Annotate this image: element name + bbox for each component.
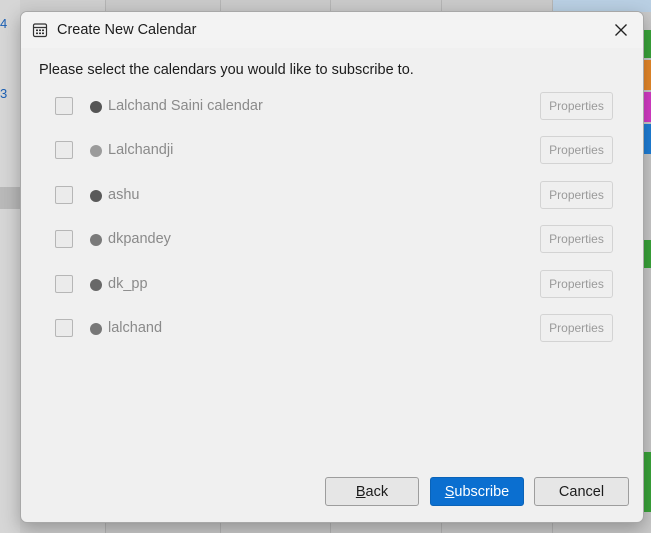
dialog-prompt: Please select the calendars you would li… — [39, 62, 414, 78]
calendar-name: Lalchand Saini calendar — [108, 98, 263, 114]
calendar-name: Lalchandji — [108, 142, 174, 158]
properties-button[interactable]: Properties — [540, 270, 613, 298]
subscribe-button[interactable]: Subscribe — [430, 477, 524, 506]
calendar-row: dkpandey Properties — [21, 225, 643, 255]
mini-calendar-day: 3 — [0, 86, 8, 101]
close-icon — [615, 24, 627, 36]
back-label: ack — [365, 483, 389, 500]
properties-button[interactable]: Properties — [540, 314, 613, 342]
calendar-name: ashu — [108, 187, 140, 203]
calendar-checkbox[interactable] — [55, 230, 73, 248]
calendar-color-dot — [90, 279, 102, 291]
calendar-row: lalchand Properties — [21, 314, 643, 344]
dialog-title: Create New Calendar — [57, 22, 197, 38]
subscribe-label: ubscribe — [454, 483, 510, 500]
calendar-checkbox[interactable] — [55, 97, 73, 115]
properties-button[interactable]: Properties — [540, 92, 613, 120]
properties-button[interactable]: Properties — [540, 136, 613, 164]
calendar-color-dot — [90, 323, 102, 335]
back-accel-key: B — [355, 483, 366, 500]
subscribe-accel-key: S — [444, 483, 455, 500]
calendar-checkbox[interactable] — [55, 141, 73, 159]
calendar-checkbox[interactable] — [55, 319, 73, 337]
mini-calendar-strip: 4 3 — [0, 0, 20, 533]
calendar-checkbox[interactable] — [55, 186, 73, 204]
mini-calendar-day: 4 — [0, 16, 8, 31]
calendar-name: dkpandey — [108, 231, 171, 247]
calendar-row: Lalchandji Properties — [21, 136, 643, 166]
create-new-calendar-dialog: Create New Calendar Please select the ca… — [20, 11, 644, 523]
mini-calendar-selection — [0, 187, 20, 209]
close-button[interactable] — [599, 12, 643, 48]
cancel-button[interactable]: Cancel — [534, 477, 629, 506]
calendar-checkbox[interactable] — [55, 275, 73, 293]
calendar-name: lalchand — [108, 320, 163, 336]
calendar-row: dk_pp Properties — [21, 270, 643, 300]
calendar-row: ashu Properties — [21, 181, 643, 211]
calendar-color-dot — [90, 190, 102, 202]
calendar-color-dot — [90, 234, 102, 246]
dialog-titlebar: Create New Calendar — [21, 12, 643, 48]
calendar-color-dot — [90, 101, 102, 113]
calendar-icon — [32, 23, 48, 38]
back-button[interactable]: Back — [325, 477, 419, 506]
calendar-row: Lalchand Saini calendar Properties — [21, 92, 643, 122]
calendar-color-dot — [90, 145, 102, 157]
calendar-name: dk_pp — [108, 276, 148, 292]
properties-button[interactable]: Properties — [540, 225, 613, 253]
properties-button[interactable]: Properties — [540, 181, 613, 209]
